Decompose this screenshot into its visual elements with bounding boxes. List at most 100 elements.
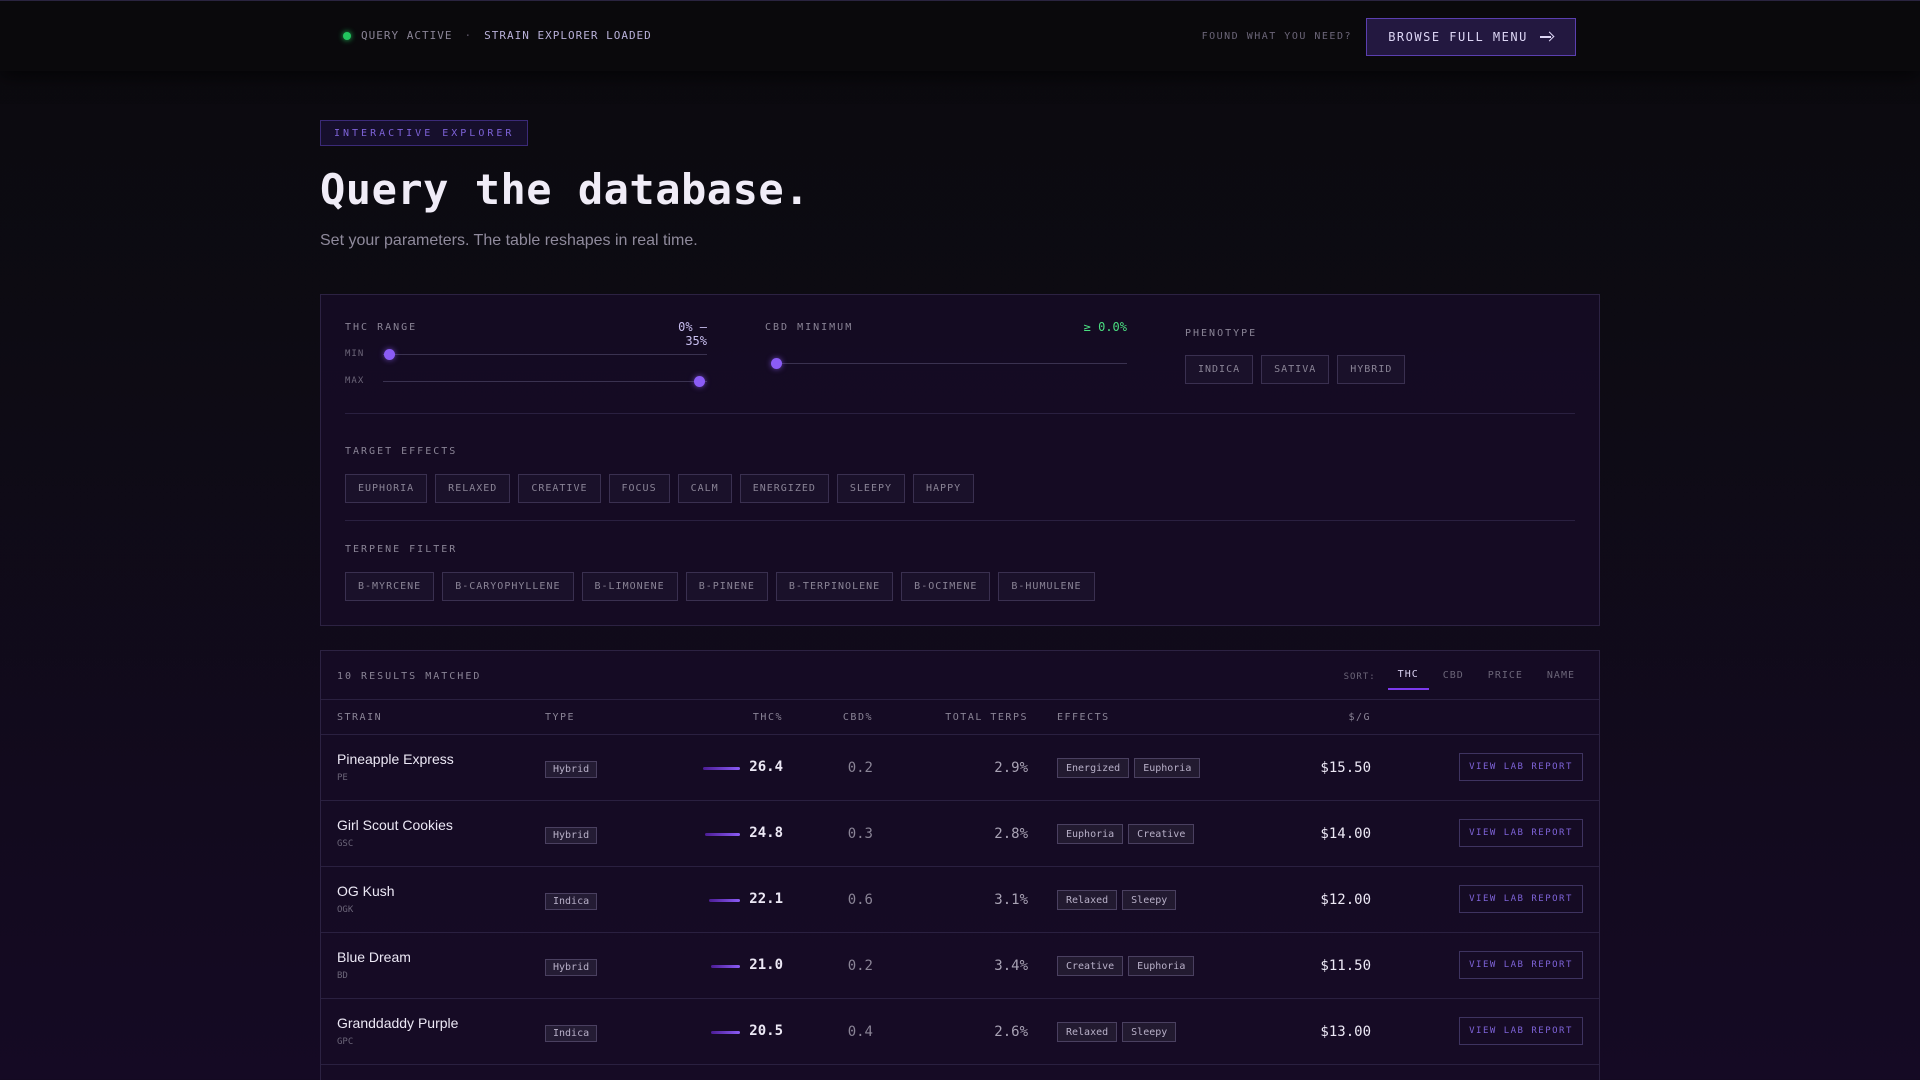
thc-max-handle[interactable] <box>694 376 705 387</box>
strain-code: PE <box>337 773 348 783</box>
thc-bar <box>711 1031 740 1034</box>
view-lab-report-button[interactable]: VIEW LAB REPORT <box>1459 951 1583 979</box>
thc-bar <box>709 899 740 902</box>
effects-tags: Creative Euphoria <box>1057 956 1195 976</box>
terps-value: 3.4% <box>994 958 1028 974</box>
top-bar: QUERY ACTIVE · STRAIN EXPLORER LOADED FO… <box>0 0 1920 71</box>
strain-code: GSC <box>337 839 354 849</box>
filter-divider <box>345 520 1575 521</box>
table-row[interactable]: Pineapple Express PE Hybrid 26.4 0.2 2.9… <box>321 735 1599 801</box>
cbd-value: 0.6 <box>847 892 873 908</box>
header-type[interactable]: TYPE <box>545 712 575 723</box>
sort-price[interactable]: PRICE <box>1478 664 1533 689</box>
table-row[interactable]: OG Kush OGK Indica 22.1 0.6 3.1% Relaxed… <box>321 867 1599 933</box>
browse-menu-label: BROWSE FULL MENU <box>1388 30 1528 44</box>
page-title: Query the database. <box>320 165 810 214</box>
view-lab-report-button[interactable]: VIEW LAB REPORT <box>1459 885 1583 913</box>
thc-range-value: 0% – 35% <box>678 320 707 348</box>
effect-tag: Relaxed <box>1057 1022 1118 1042</box>
terpene-ocimene[interactable]: Β-OCIMENE <box>901 572 991 601</box>
effects-tags: Energized Euphoria <box>1057 758 1201 778</box>
sort-name[interactable]: NAME <box>1537 664 1585 689</box>
section-badge: INTERACTIVE EXPLORER <box>320 120 529 146</box>
effect-options: EUPHORIA RELAXED CREATIVE FOCUS CALM ENE… <box>345 474 975 503</box>
terpene-options: Β-MYRCENE Β-CARYOPHYLLENE Β-LIMONENE Β-P… <box>345 572 1095 601</box>
thc-min-track[interactable] <box>383 354 707 355</box>
strain-name[interactable]: OG Kush <box>337 883 395 899</box>
terpene-limonene[interactable]: Β-LIMONENE <box>581 572 678 601</box>
header-thc[interactable]: THC% <box>753 712 783 723</box>
sort-cbd[interactable]: CBD <box>1433 664 1474 689</box>
results-count: 10 RESULTS MATCHED <box>337 671 482 682</box>
effect-tag: Creative <box>1128 824 1195 844</box>
terps-value: 2.9% <box>994 760 1028 776</box>
found-prompt: FOUND WHAT YOU NEED? <box>1201 31 1352 42</box>
results-table: 10 RESULTS MATCHED SORT: THC CBD PRICE N… <box>320 650 1600 1080</box>
phenotype-label: PHENOTYPE <box>1185 328 1258 339</box>
effect-tag: Sleepy <box>1122 890 1177 910</box>
effect-tag: Creative <box>1057 956 1124 976</box>
type-badge: Hybrid <box>545 761 598 778</box>
phenotype-options: INDICA SATIVA HYBRID <box>1185 355 1406 384</box>
effect-tag: Euphoria <box>1057 824 1124 844</box>
effect-tag: Relaxed <box>1057 890 1118 910</box>
effect-sleepy[interactable]: SLEEPY <box>836 474 906 503</box>
thc-max-track[interactable] <box>383 381 707 382</box>
type-badge: Hybrid <box>545 959 598 976</box>
header-total-terps[interactable]: TOTAL TERPS <box>945 712 1028 723</box>
terpene-caryophyllene[interactable]: Β-CARYOPHYLLENE <box>442 572 574 601</box>
thc-value: 26.4 <box>749 759 783 775</box>
strain-name[interactable]: Pineapple Express <box>337 751 454 767</box>
query-status: QUERY ACTIVE · STRAIN EXPLORER LOADED <box>343 29 652 42</box>
effect-creative[interactable]: CREATIVE <box>518 474 601 503</box>
terpene-pinene[interactable]: Β-PINENE <box>685 572 768 601</box>
terpene-humulene[interactable]: Β-HUMULENE <box>998 572 1095 601</box>
table-row[interactable]: Girl Scout Cookies GSC Hybrid 24.8 0.3 2… <box>321 801 1599 867</box>
effects-tags: Euphoria Creative <box>1057 824 1195 844</box>
type-badge: Hybrid <box>545 827 598 844</box>
effect-focus[interactable]: FOCUS <box>608 474 670 503</box>
view-lab-report-button[interactable]: VIEW LAB REPORT <box>1459 819 1583 847</box>
cbd-value: 0.2 <box>847 760 873 776</box>
terps-value: 2.8% <box>994 826 1028 842</box>
effect-tag: Energized <box>1057 758 1130 778</box>
effect-relaxed[interactable]: RELAXED <box>435 474 511 503</box>
price-value: $15.50 <box>1320 760 1371 776</box>
thc-min-handle[interactable] <box>384 349 395 360</box>
effect-happy[interactable]: HAPPY <box>913 474 975 503</box>
header-strain[interactable]: STRAIN <box>337 712 382 723</box>
view-lab-report-button[interactable]: VIEW LAB REPORT <box>1459 753 1583 781</box>
cbd-minimum-value: ≥ 0.0% <box>1083 320 1127 334</box>
thc-value: 20.5 <box>749 1023 783 1039</box>
header-cbd[interactable]: CBD% <box>843 712 873 723</box>
effect-energized[interactable]: ENERGIZED <box>739 474 829 503</box>
thc-min-label: MIN <box>345 349 365 359</box>
effect-tag: Euphoria <box>1128 956 1195 976</box>
price-value: $12.00 <box>1320 892 1371 908</box>
table-row[interactable]: Blue Dream BD Hybrid 21.0 0.2 3.4% Creat… <box>321 933 1599 999</box>
header-price[interactable]: $/G <box>1348 712 1371 723</box>
effect-euphoria[interactable]: EUPHORIA <box>345 474 428 503</box>
table-row[interactable]: Granddaddy Purple GPC Indica 20.5 0.4 2.… <box>321 999 1599 1065</box>
sort-thc[interactable]: THC <box>1387 663 1429 690</box>
strain-name[interactable]: Granddaddy Purple <box>337 1015 458 1031</box>
view-lab-report-button[interactable]: VIEW LAB REPORT <box>1459 1017 1583 1045</box>
terpene-myrcene[interactable]: Β-MYRCENE <box>345 572 435 601</box>
strain-name[interactable]: Blue Dream <box>337 949 411 965</box>
phenotype-hybrid[interactable]: HYBRID <box>1337 355 1406 384</box>
cbd-handle[interactable] <box>771 358 782 369</box>
terpene-terpinolene[interactable]: Β-TERPINOLENE <box>775 572 894 601</box>
strain-code: GPC <box>337 1037 354 1047</box>
cbd-minimum-label: CBD MINIMUM <box>765 322 854 333</box>
thc-bar <box>705 833 740 836</box>
thc-value: 22.1 <box>749 891 783 907</box>
browse-menu-button[interactable]: BROWSE FULL MENU <box>1366 18 1576 56</box>
strain-name[interactable]: Girl Scout Cookies <box>337 817 453 833</box>
effect-calm[interactable]: CALM <box>677 474 732 503</box>
thc-range-label: THC RANGE <box>345 322 418 333</box>
phenotype-indica[interactable]: INDICA <box>1185 355 1254 384</box>
status-primary: QUERY ACTIVE <box>361 29 453 42</box>
phenotype-sativa[interactable]: SATIVA <box>1261 355 1330 384</box>
cbd-track[interactable] <box>771 363 1127 364</box>
effects-tags: Relaxed Sleepy <box>1057 1022 1177 1042</box>
